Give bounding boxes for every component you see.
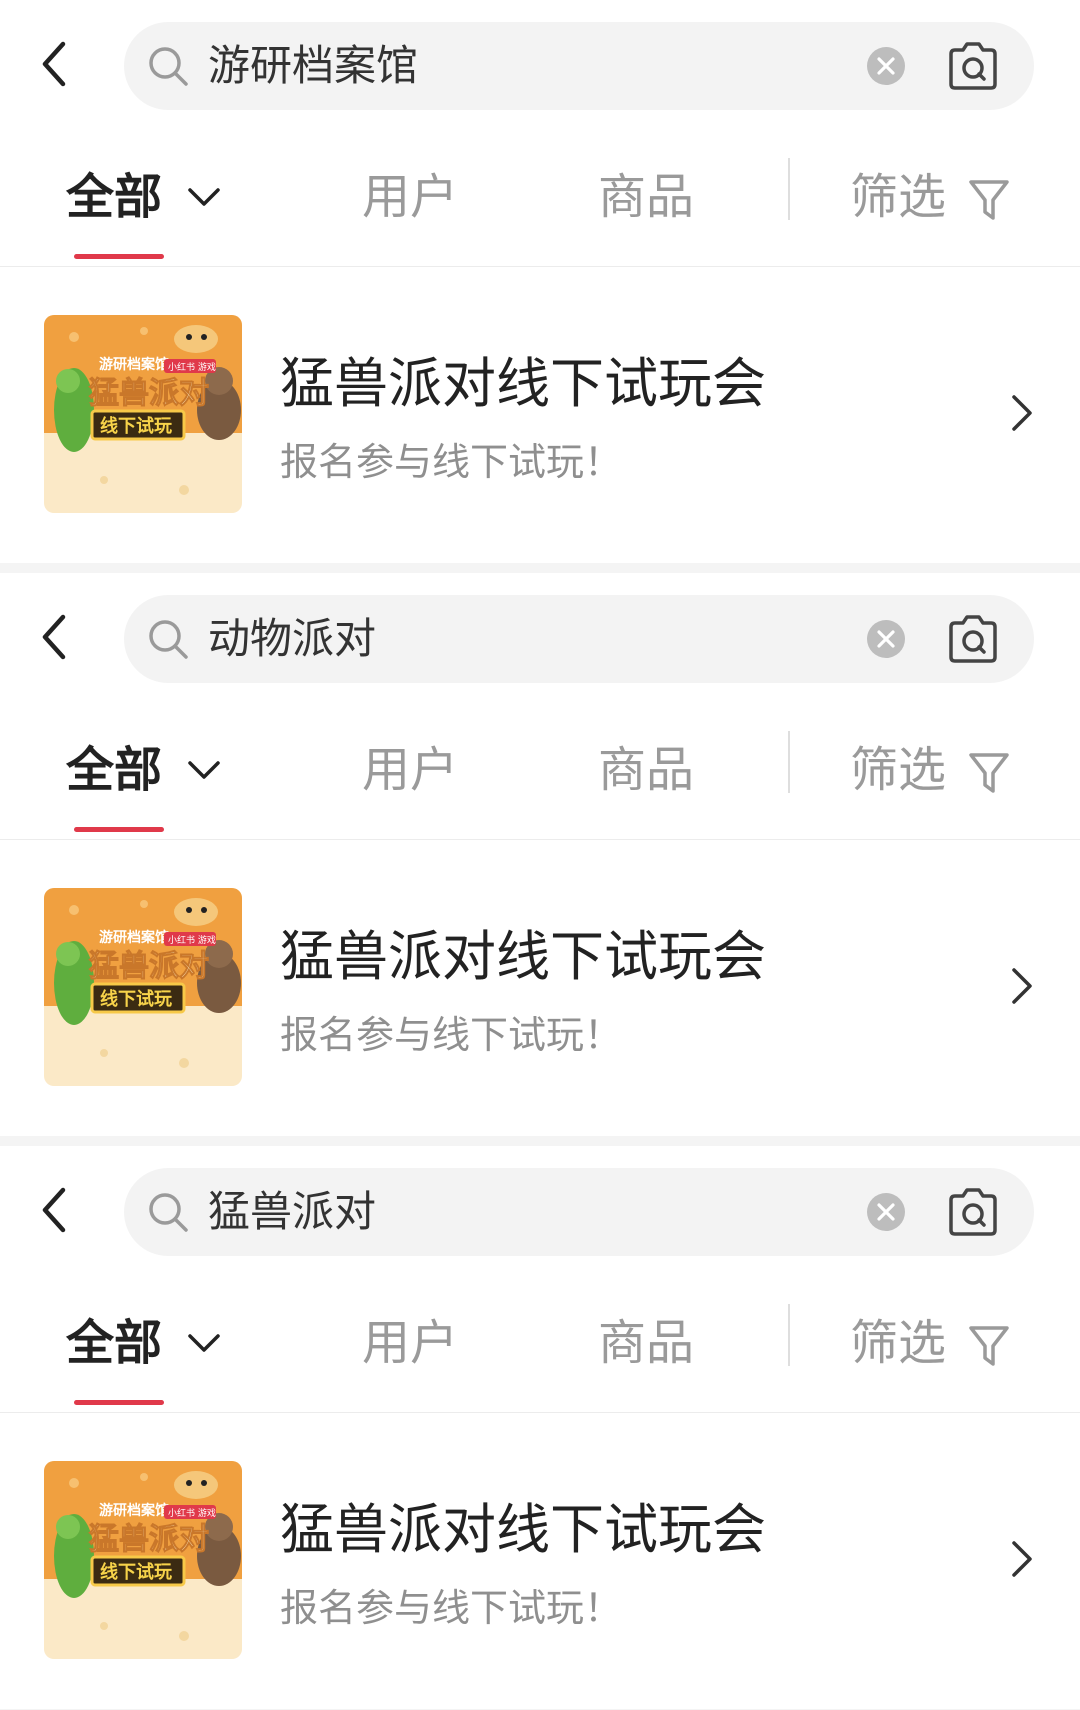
tab-users[interactable]: 用户 [362, 701, 458, 839]
tab-divider [788, 1304, 790, 1366]
result-thumbnail: 游研档案馆 小红书 游戏 猛兽派对 线下试玩 [44, 1461, 242, 1659]
search-tabs: 全部 用户 商品 筛选 [0, 128, 1080, 267]
chevron-right-icon[interactable] [1008, 391, 1036, 435]
section-gap [0, 563, 1080, 573]
back-button[interactable] [26, 1178, 82, 1242]
camera-icon[interactable] [946, 40, 1000, 92]
chevron-down-icon[interactable] [186, 759, 222, 781]
chevron-left-icon [42, 1187, 66, 1233]
result-item[interactable]: 游研档案馆 小红书 游戏 猛兽派对 线下试玩 猛兽派对线下试玩会 报名参与线下试… [0, 1413, 1080, 1709]
result-thumbnail: 游研档案馆 小红书 游戏 猛兽派对 线下试玩 [44, 888, 242, 1086]
search-result-panel-2: 动物派对 全部 用户 商品 筛选 游研档案馆 小红书 游戏 猛兽派对 线下试玩 … [0, 573, 1080, 1136]
funnel-icon[interactable] [968, 178, 1010, 222]
poster-corner-tag: 小红书 游戏 [168, 1507, 216, 1519]
poster-title-text: 猛兽派对 [89, 376, 209, 411]
camera-icon[interactable] [946, 613, 1000, 665]
search-query: 游研档案馆 [208, 41, 419, 90]
clear-icon[interactable] [866, 1192, 906, 1232]
tab-all[interactable]: 全部 [66, 128, 162, 266]
chevron-left-icon [42, 41, 66, 87]
event-poster-image: 游研档案馆 小红书 游戏 猛兽派对 线下试玩 [44, 1461, 242, 1659]
funnel-icon[interactable] [968, 751, 1010, 795]
poster-corner-tag: 小红书 游戏 [168, 934, 216, 946]
tab-filter[interactable]: 筛选 [850, 701, 946, 839]
tab-filter[interactable]: 筛选 [850, 1274, 946, 1412]
search-header: 猛兽派对 [0, 1146, 1080, 1274]
tab-all[interactable]: 全部 [66, 701, 162, 839]
search-input[interactable]: 动物派对 [124, 595, 1034, 683]
back-button[interactable] [26, 605, 82, 669]
funnel-icon[interactable] [968, 1324, 1010, 1368]
active-tab-indicator [74, 254, 164, 259]
result-subtitle: 报名参与线下试玩！ [280, 1586, 623, 1630]
tab-goods[interactable]: 商品 [598, 1274, 694, 1412]
poster-brand-text: 游研档案馆 [99, 1502, 169, 1519]
result-thumbnail: 游研档案馆 小红书 游戏 猛兽派对 线下试玩 [44, 315, 242, 513]
poster-badge-text: 线下试玩 [100, 415, 172, 437]
search-input[interactable]: 游研档案馆 [124, 22, 1034, 110]
search-query: 动物派对 [208, 614, 377, 663]
search-input[interactable]: 猛兽派对 [124, 1168, 1034, 1256]
result-subtitle: 报名参与线下试玩！ [280, 1013, 623, 1057]
search-header: 动物派对 [0, 573, 1080, 701]
chevron-right-icon[interactable] [1008, 964, 1036, 1008]
result-title: 猛兽派对线下试玩会 [280, 1498, 766, 1561]
tab-users[interactable]: 用户 [362, 128, 458, 266]
poster-brand-text: 游研档案馆 [99, 356, 169, 373]
result-item[interactable]: 游研档案馆 小红书 游戏 猛兽派对 线下试玩 猛兽派对线下试玩会 报名参与线下试… [0, 840, 1080, 1136]
poster-title-text: 猛兽派对 [89, 949, 209, 984]
result-subtitle: 报名参与线下试玩！ [280, 440, 623, 484]
chevron-down-icon[interactable] [186, 186, 222, 208]
search-query: 猛兽派对 [208, 1187, 377, 1236]
active-tab-indicator [74, 827, 164, 832]
tab-users[interactable]: 用户 [362, 1274, 458, 1412]
poster-badge-text: 线下试玩 [100, 1561, 172, 1583]
poster-corner-tag: 小红书 游戏 [168, 361, 216, 373]
chevron-down-icon[interactable] [186, 1332, 222, 1354]
search-tabs: 全部 用户 商品 筛选 [0, 1274, 1080, 1413]
search-header: 游研档案馆 [0, 0, 1080, 128]
tab-divider [788, 158, 790, 220]
search-icon [149, 620, 188, 659]
poster-badge-text: 线下试玩 [100, 988, 172, 1010]
poster-brand-text: 游研档案馆 [99, 929, 169, 946]
search-icon [149, 47, 188, 86]
event-poster-image: 游研档案馆 小红书 游戏 猛兽派对 线下试玩 [44, 888, 242, 1086]
section-gap [0, 1136, 1080, 1146]
tab-divider [788, 731, 790, 793]
tab-filter[interactable]: 筛选 [850, 128, 946, 266]
result-title: 猛兽派对线下试玩会 [280, 925, 766, 988]
event-poster-image: 游研档案馆 小红书 游戏 猛兽派对 线下试玩 [44, 315, 242, 513]
tab-goods[interactable]: 商品 [598, 128, 694, 266]
clear-icon[interactable] [866, 46, 906, 86]
search-tabs: 全部 用户 商品 筛选 [0, 701, 1080, 840]
tab-goods[interactable]: 商品 [598, 701, 694, 839]
search-result-panel-3: 猛兽派对 全部 用户 商品 筛选 游研档案馆 小红书 游戏 猛兽派对 线下试玩 … [0, 1146, 1080, 1709]
tab-all[interactable]: 全部 [66, 1274, 162, 1412]
camera-icon[interactable] [946, 1186, 1000, 1238]
poster-title-text: 猛兽派对 [89, 1522, 209, 1557]
active-tab-indicator [74, 1400, 164, 1405]
clear-icon[interactable] [866, 619, 906, 659]
back-button[interactable] [26, 32, 82, 96]
search-icon [149, 1193, 188, 1232]
result-item[interactable]: 游研档案馆 小红书 游戏 猛兽派对 线下试玩 猛兽派对线下试玩会 报名参与线下试… [0, 267, 1080, 563]
chevron-left-icon [42, 614, 66, 660]
result-title: 猛兽派对线下试玩会 [280, 352, 766, 415]
search-result-panel-1: 游研档案馆 全部 用户 商品 筛选 游研档案馆 小红书 游戏 猛兽派对 线下试玩… [0, 0, 1080, 563]
chevron-right-icon[interactable] [1008, 1537, 1036, 1581]
